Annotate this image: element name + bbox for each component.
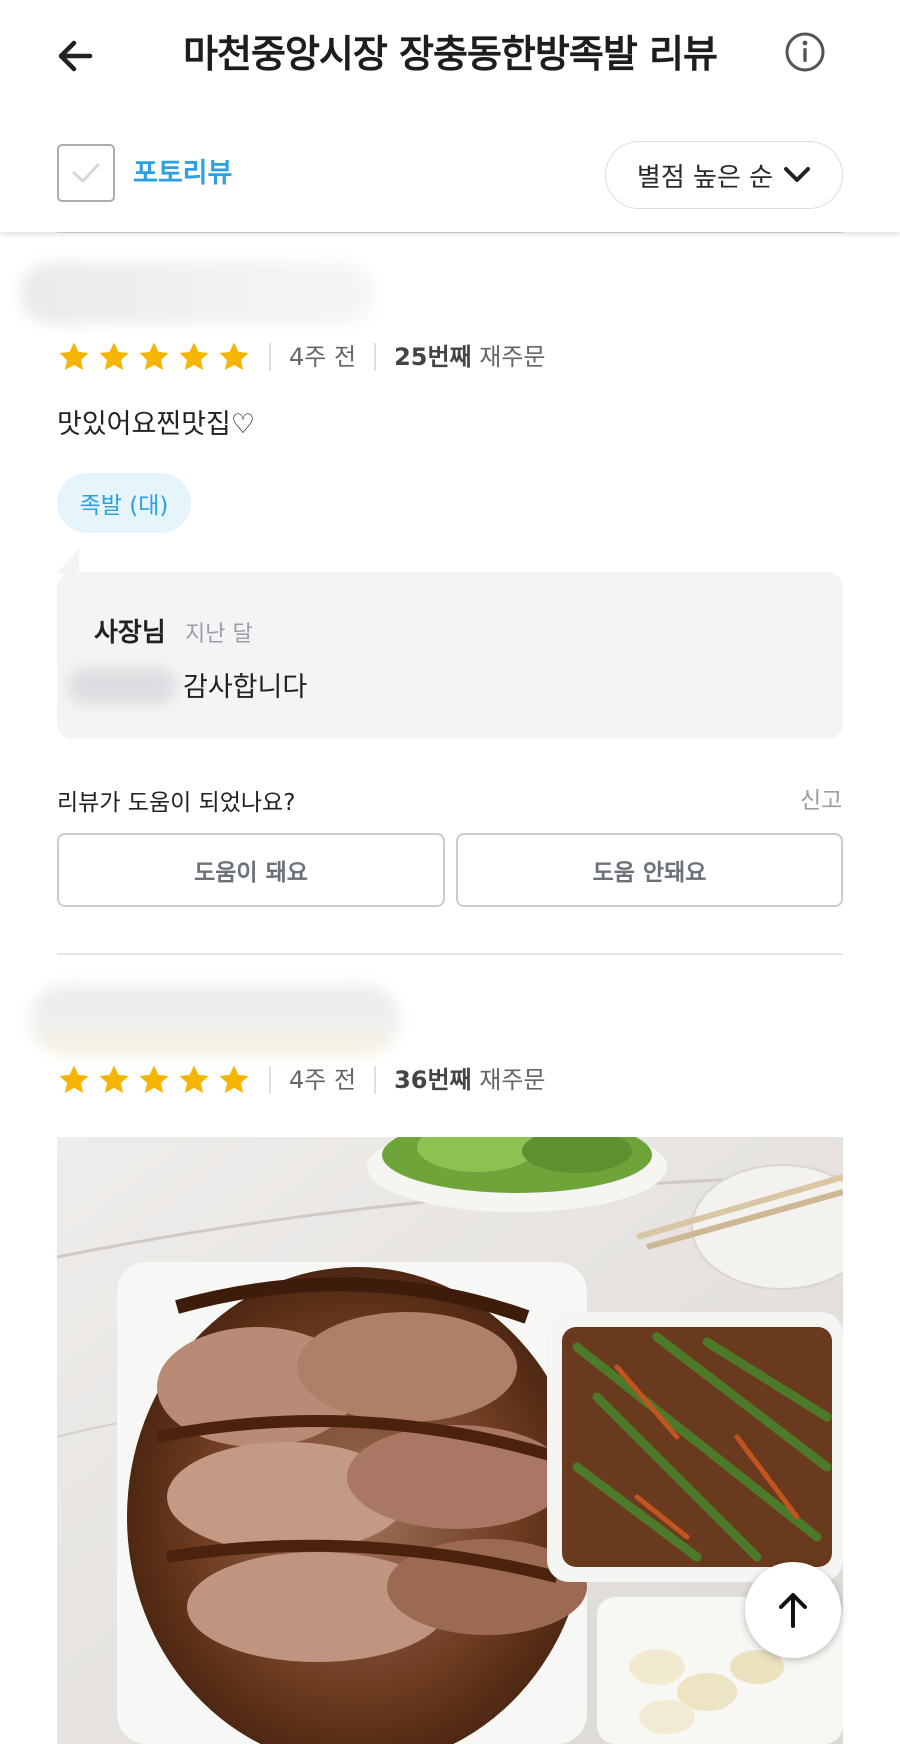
reorder-count: 36번째 재주문 bbox=[394, 1066, 546, 1094]
star-icon bbox=[59, 342, 89, 371]
star-icon bbox=[139, 1065, 169, 1094]
menu-tag[interactable]: 족발 (대) bbox=[57, 473, 191, 533]
check-icon bbox=[72, 163, 100, 183]
sort-dropdown[interactable]: 별점 높은 순 bbox=[605, 141, 843, 209]
review-meta: 4주 전 36번째 재주문 bbox=[57, 1063, 546, 1097]
meta-separator bbox=[374, 1066, 377, 1094]
review-text: 맛있어요찐맛집♡ bbox=[57, 409, 256, 440]
reviewer-name-blurred bbox=[20, 262, 375, 324]
review-photo[interactable] bbox=[57, 1137, 843, 1744]
review-date: 4주 전 bbox=[289, 1066, 357, 1094]
arrow-up-icon bbox=[779, 1593, 807, 1628]
owner-reply-date: 지난 달 bbox=[185, 622, 253, 647]
food-photo-illustration bbox=[57, 1137, 843, 1744]
helpful-question: 리뷰가 도움이 되었나요? bbox=[57, 790, 296, 816]
owner-reply-box bbox=[57, 572, 843, 739]
star-icon bbox=[59, 1065, 89, 1094]
star-icon bbox=[139, 342, 169, 371]
meta-separator bbox=[269, 1066, 271, 1094]
photo-review-checkbox[interactable] bbox=[57, 144, 115, 202]
photo-review-label[interactable]: 포토리뷰 bbox=[133, 156, 232, 192]
info-button[interactable] bbox=[783, 30, 827, 74]
arrow-left-icon bbox=[58, 40, 93, 72]
review-meta: 4주 전 25번째 재주문 bbox=[57, 340, 546, 374]
star-rating bbox=[57, 340, 251, 374]
helpful-yes-button[interactable]: 도움이 돼요 bbox=[57, 833, 445, 907]
chevron-down-icon bbox=[784, 167, 811, 182]
star-icon bbox=[219, 1065, 249, 1094]
back-button[interactable] bbox=[50, 28, 106, 84]
header: 마천중앙시장 장충동한방족발 리뷰 포토리뷰 별점 높은 순 bbox=[0, 0, 900, 232]
star-rating bbox=[57, 1063, 251, 1097]
owner-reply-text: 감사합니다 bbox=[183, 672, 308, 703]
page-title: 마천중앙시장 장충동한방족발 리뷰 bbox=[183, 32, 718, 76]
owner-name: 사장님 bbox=[94, 618, 166, 648]
star-icon bbox=[219, 342, 249, 371]
owner-reply-blurred-text bbox=[68, 668, 176, 704]
owner-reply-tail bbox=[57, 548, 79, 574]
star-icon bbox=[99, 1065, 129, 1094]
reviewer-name-blurred bbox=[30, 985, 400, 1055]
info-circle-icon bbox=[785, 32, 825, 72]
star-icon bbox=[99, 342, 129, 371]
reorder-count: 25번째 재주문 bbox=[394, 343, 546, 371]
report-link[interactable]: 신고 bbox=[800, 781, 842, 815]
meta-separator bbox=[374, 343, 377, 371]
sort-label: 별점 높은 순 bbox=[636, 162, 774, 193]
meta-separator bbox=[269, 343, 271, 371]
scroll-to-top-button[interactable] bbox=[745, 1562, 841, 1658]
helpful-no-button[interactable]: 도움 안돼요 bbox=[456, 833, 843, 907]
star-icon bbox=[179, 342, 209, 371]
review-date: 4주 전 bbox=[289, 343, 357, 371]
review-divider bbox=[57, 953, 843, 955]
star-icon bbox=[179, 1065, 209, 1094]
